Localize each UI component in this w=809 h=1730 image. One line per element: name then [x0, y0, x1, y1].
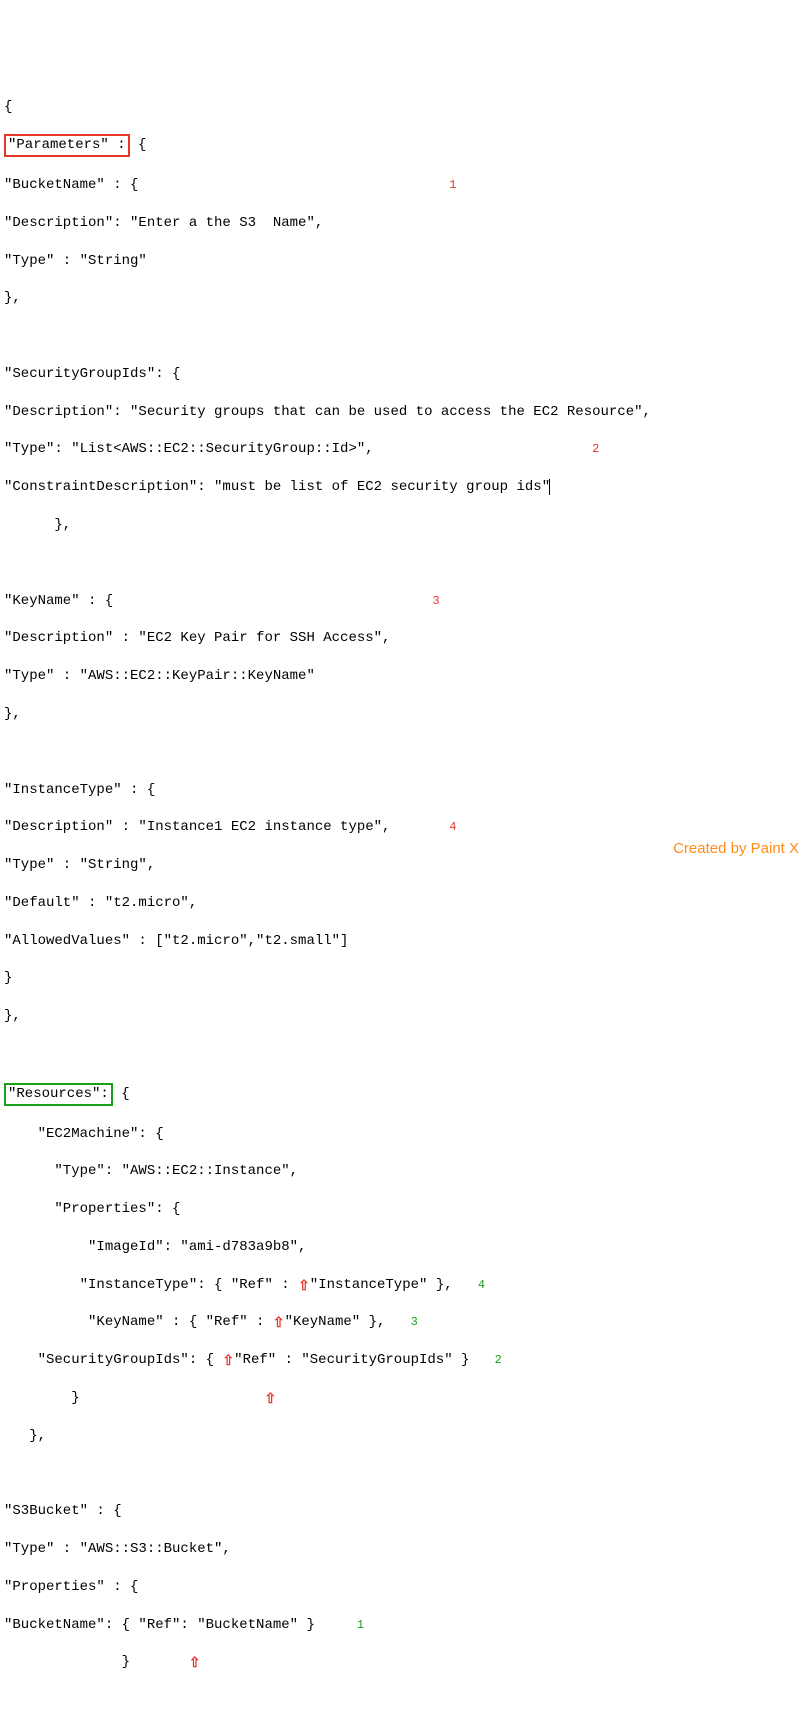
code-line: "InstanceType" : { [4, 781, 805, 800]
up-arrow-icon: ⇧ [189, 1655, 201, 1674]
up-arrow-icon: ⇧ [264, 1391, 276, 1410]
code-line: "Type": "AWS::EC2::Instance", [4, 1162, 805, 1181]
code-line: "BucketName": { "Ref": "BucketName" } 1 [4, 1616, 805, 1635]
green-annotation-4: 4 [478, 1278, 485, 1292]
code-line: "Parameters" : { [4, 136, 805, 157]
code-line: "ConstraintDescription": "must be list o… [4, 478, 805, 497]
code-line: "Properties" : { [4, 1578, 805, 1597]
code-block: { "Parameters" : { "BucketName" : { 1 "D… [4, 80, 805, 1730]
code-line: }, [4, 705, 805, 724]
text-cursor [549, 479, 550, 495]
annotation-4: 4 [449, 820, 456, 834]
code-line: "AllowedValues" : ["t2.micro","t2.small"… [4, 932, 805, 951]
code-line: "ImageId": "ami-d783a9b8", [4, 1238, 805, 1257]
code-line [4, 554, 805, 573]
parameters-box: "Parameters" : [4, 134, 130, 157]
code-line: }, [4, 516, 805, 535]
code-line: "SecurityGroupIds": { ⇧"Ref" : "Security… [4, 1351, 805, 1370]
code-line: "KeyName" : { 3 [4, 592, 805, 611]
code-line: "Type": "List<AWS::EC2::SecurityGroup::I… [4, 440, 805, 459]
up-arrow-icon: ⇧ [222, 1353, 234, 1372]
code-line: "Type" : "AWS::S3::Bucket", [4, 1540, 805, 1559]
green-annotation-3: 3 [411, 1315, 418, 1329]
resources-box: "Resources": [4, 1083, 113, 1106]
code-line: "EC2Machine": { [4, 1125, 805, 1144]
code-line: } ⇧ [4, 1653, 805, 1672]
code-line: }, [4, 1427, 805, 1446]
annotation-3: 3 [432, 594, 439, 608]
code-line: "Description": "Enter a the S3 Name", [4, 214, 805, 233]
code-line: } [4, 969, 805, 988]
code-line: } ⇧ [4, 1389, 805, 1408]
code-line: "Type" : "AWS::EC2::KeyPair::KeyName" [4, 667, 805, 686]
code-line: } [4, 1729, 805, 1730]
code-line: "BucketName" : { 1 [4, 176, 805, 195]
code-line: "Type" : "String" [4, 252, 805, 271]
up-arrow-icon: ⇧ [273, 1315, 285, 1334]
code-line: "Resources": { [4, 1083, 805, 1106]
code-line [4, 1045, 805, 1064]
code-line [4, 1691, 805, 1710]
code-line [4, 1465, 805, 1484]
up-arrow-icon: ⇧ [298, 1278, 310, 1297]
code-line: "Description" : "Instance1 EC2 instance … [4, 818, 805, 837]
green-annotation-2: 2 [495, 1353, 502, 1367]
annotation-1: 1 [449, 178, 456, 192]
code-line: "Default" : "t2.micro", [4, 894, 805, 913]
code-line: "Description" : "EC2 Key Pair for SSH Ac… [4, 629, 805, 648]
code-line [4, 743, 805, 762]
code-line [4, 327, 805, 346]
code-line: "SecurityGroupIds": { [4, 365, 805, 384]
code-line: "InstanceType": { "Ref" : ⇧"InstanceType… [4, 1276, 805, 1295]
watermark-text: Created by Paint X [673, 839, 799, 859]
annotation-2: 2 [592, 442, 599, 456]
code-line: "S3Bucket" : { [4, 1502, 805, 1521]
code-line: "KeyName" : { "Ref" : ⇧"KeyName" }, 3 [4, 1313, 805, 1332]
code-line: "Description": "Security groups that can… [4, 403, 805, 422]
code-line: }, [4, 289, 805, 308]
code-line: "Properties": { [4, 1200, 805, 1219]
green-annotation-1: 1 [357, 1618, 364, 1632]
code-line: }, [4, 1007, 805, 1026]
code-line: { [4, 98, 805, 117]
